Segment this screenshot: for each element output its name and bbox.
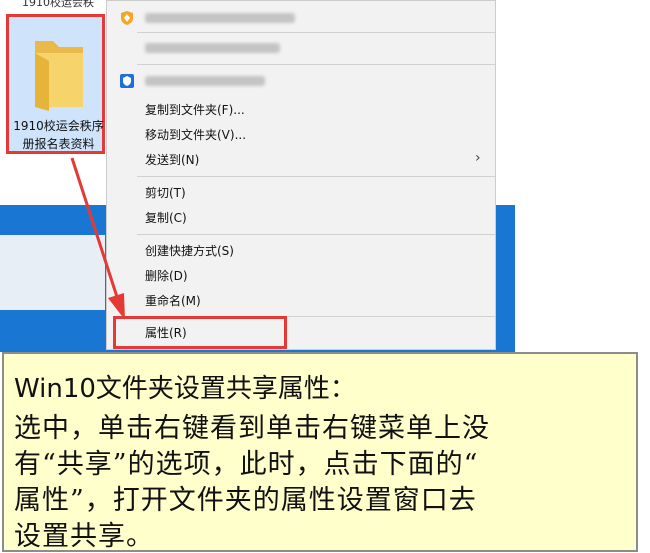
note-line-3: 属性”，打开文件夹的属性设置窗口去 xyxy=(14,485,477,516)
note-line-2: 有“共享”的选项，此时，点击下面的“ xyxy=(14,449,479,480)
note-line-4: 设置共享。 xyxy=(14,521,154,552)
note-title: Win10文件夹设置共享属性： xyxy=(14,374,356,404)
explanation-note: Win10文件夹设置共享属性： 选中，单击右键看到单击右键菜单上没 有“共享”的… xyxy=(2,352,638,552)
note-line-1: 选中，单击右键看到单击右键菜单上没 xyxy=(14,413,490,444)
